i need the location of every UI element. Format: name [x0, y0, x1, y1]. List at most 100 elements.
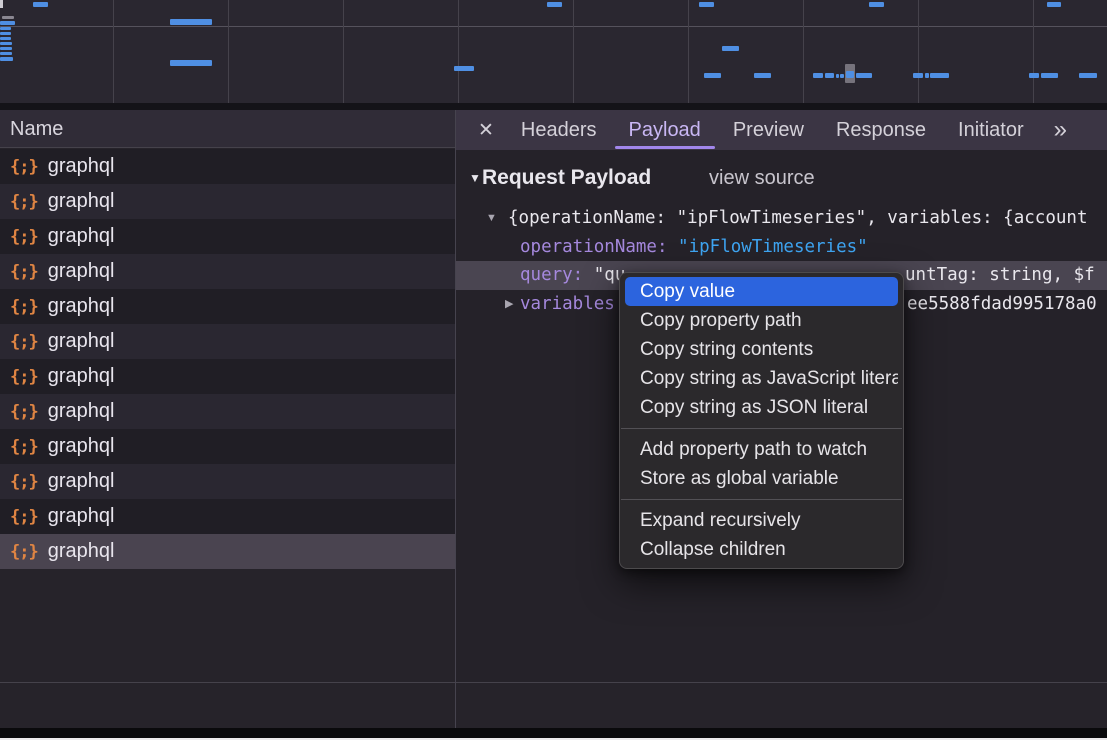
request-row[interactable]: {;}graphql: [0, 394, 455, 429]
name-column-header[interactable]: Name: [0, 110, 455, 148]
overview-gridline: [458, 0, 459, 103]
menu-item-collapse-children[interactable]: Collapse children: [625, 535, 898, 564]
json-braces-icon: {;}: [10, 262, 38, 282]
request-timing-bar: [930, 73, 949, 78]
overview-gridline: [1033, 0, 1034, 103]
request-payload-section: ▼ Request Payload view source: [456, 163, 1110, 193]
overview-gridline: [0, 26, 1110, 27]
request-timing-bar: [1047, 2, 1061, 7]
json-braces-icon: {;}: [10, 367, 38, 387]
request-timing-bar: [547, 2, 562, 7]
overview-gridline: [113, 0, 114, 103]
network-summary-bar: [0, 682, 1110, 728]
request-timing-bar: [0, 57, 13, 61]
tab-initiator[interactable]: Initiator: [958, 110, 1024, 150]
menu-separator: [621, 499, 902, 500]
request-timing-bar: [0, 21, 15, 25]
request-timing-bar: [0, 27, 11, 30]
triangle-down-icon[interactable]: ▼: [486, 204, 497, 233]
menu-item-store-as-global-variable[interactable]: Store as global variable: [625, 464, 898, 493]
panel-divider[interactable]: [455, 110, 456, 728]
close-icon[interactable]: ✕: [478, 119, 494, 142]
network-overview-timeline[interactable]: [0, 0, 1110, 103]
json-braces-icon: {;}: [10, 157, 38, 177]
overview-gridline: [343, 0, 344, 103]
overview-gridline: [803, 0, 804, 103]
request-name: graphql: [48, 155, 115, 178]
property-value: "ipFlowTimeseries": [678, 237, 868, 257]
request-list: {;} graphql {;} graphql {;} graphql {;} graphql…: [0, 149, 455, 682]
overview-gridline: [228, 0, 229, 103]
menu-item-copy-value[interactable]: Copy value: [625, 277, 898, 306]
menu-item-expand-recursively[interactable]: Expand recursively: [625, 506, 898, 535]
overview-gridline: [918, 0, 919, 103]
overflow-tabs-icon[interactable]: »: [1054, 120, 1067, 140]
request-row[interactable]: {;}graphql: [0, 324, 455, 359]
request-timing-bar: [0, 32, 11, 35]
request-row[interactable]: {;} graphql: [0, 359, 455, 394]
request-timing-bar: [454, 66, 474, 71]
request-row[interactable]: {;}graphql: [0, 429, 455, 464]
request-row[interactable]: {;}graphql: [0, 219, 455, 254]
request-name: graphql: [48, 225, 115, 248]
details-tab-bar: ✕ Headers Payload Preview Response Initiator…: [456, 110, 1110, 150]
menu-item-copy-string-as-javascript-literal[interactable]: Copy string as JavaScript literal: [625, 364, 898, 393]
request-name: graphql: [48, 365, 115, 388]
request-timing-bar: [813, 73, 823, 78]
payload-root-row[interactable]: ▼ {operationName: "ipFlowTimeseries", va…: [456, 204, 1110, 233]
request-row[interactable]: {;} graphql: [0, 289, 455, 324]
request-row[interactable]: {;}graphql: [0, 499, 455, 534]
view-source-link[interactable]: view source: [709, 163, 815, 193]
json-braces-icon: {;}: [10, 297, 38, 317]
request-timing-bar: [0, 47, 12, 50]
menu-item-copy-property-path[interactable]: Copy property path: [625, 306, 898, 335]
json-braces-icon: {;}: [10, 507, 38, 527]
request-timing-bar: [925, 73, 929, 78]
property-value-tail: untTag: string, $f: [905, 261, 1095, 290]
tab-strip: Headers Payload Preview Response Initiator: [521, 110, 1024, 150]
request-timing-bar: [0, 52, 12, 55]
request-timing-bar: [836, 74, 839, 78]
tab-headers[interactable]: Headers: [521, 110, 597, 150]
menu-item-copy-string-as-json-literal[interactable]: Copy string as JSON literal: [625, 393, 898, 422]
menu-item-add-property-path-to-watch[interactable]: Add property path to watch: [625, 435, 898, 464]
request-name: graphql: [48, 400, 115, 423]
tab-payload[interactable]: Payload: [629, 110, 701, 150]
request-timing-bar: [1029, 73, 1039, 78]
context-menu: Copy valueCopy property pathCopy string …: [619, 272, 904, 569]
overview-separator-band: [0, 103, 1110, 110]
property-value-tail: ee5588fdad995178a0: [907, 290, 1097, 319]
request-row[interactable]: {;} graphql: [0, 184, 455, 219]
request-row[interactable]: {;} graphql: [0, 149, 455, 184]
payload-preview-text: {operationName: "ipFlowTimeseries", vari…: [508, 204, 1087, 233]
request-timing-bar: [1041, 73, 1058, 78]
tab-preview[interactable]: Preview: [733, 110, 804, 150]
request-timing-bar: [869, 2, 884, 7]
menu-item-copy-string-contents[interactable]: Copy string contents: [625, 335, 898, 364]
request-timing-bar: [170, 60, 212, 66]
request-timing-bar: [856, 73, 872, 78]
operation-name-row[interactable]: operationName: "ipFlowTimeseries": [456, 233, 1110, 262]
tab-response[interactable]: Response: [836, 110, 926, 150]
property-key: query:: [520, 265, 594, 285]
request-timing-bar: [699, 2, 714, 7]
json-braces-icon: {;}: [10, 437, 38, 457]
menu-separator: [621, 428, 902, 429]
request-name: graphql: [48, 260, 115, 283]
request-name: graphql: [48, 540, 115, 563]
property-key: operationName:: [520, 237, 678, 257]
request-row[interactable]: {;} graphql: [0, 254, 455, 289]
triangle-right-icon[interactable]: ▶: [505, 290, 513, 319]
section-collapse-triangle-icon[interactable]: ▼: [469, 163, 481, 193]
request-timing-bar: [840, 74, 844, 78]
json-braces-icon: {;}: [10, 192, 38, 212]
request-name: graphql: [48, 295, 115, 318]
request-timing-bar: [704, 73, 721, 78]
request-row[interactable]: {;}graphql: [0, 464, 455, 499]
json-braces-icon: {;}: [10, 472, 38, 492]
request-timing-bar: [722, 46, 739, 51]
request-row[interactable]: {;}graphql: [0, 534, 455, 569]
overview-corner-tick: [0, 0, 3, 8]
devtools-network-panel: Name {;}graphql{;}graphql{;}graphql{;}gr…: [0, 0, 1110, 740]
request-name: graphql: [48, 190, 115, 213]
